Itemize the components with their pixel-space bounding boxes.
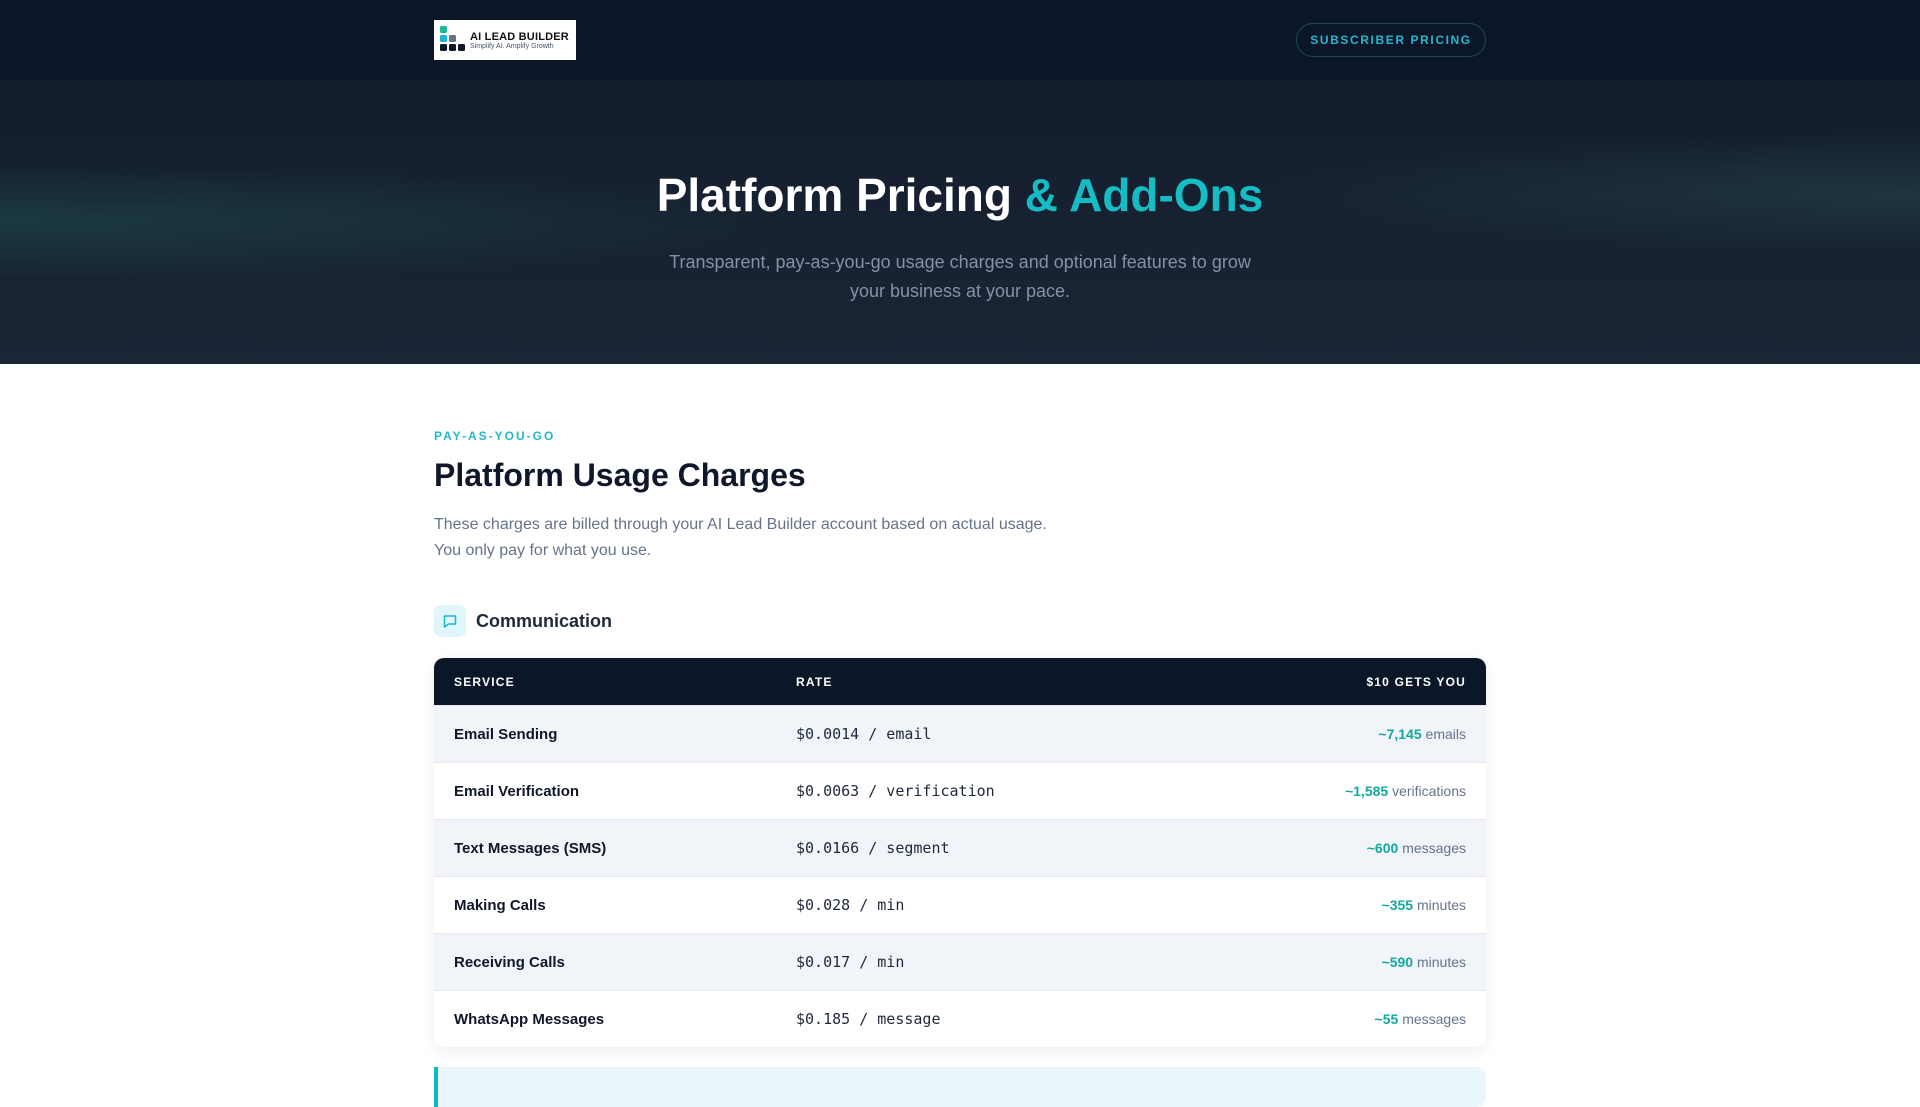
table-row: WhatsApp Messages $0.185 / message ~55 mes…	[434, 990, 1486, 1047]
description-line: These charges are billed through your AI…	[434, 516, 1047, 533]
value-cell: ~590 minutes	[1382, 954, 1466, 970]
service-name: Email Verification	[454, 782, 580, 800]
table-row: Email Sending $0.0014 / email ~7,145 email…	[434, 705, 1486, 762]
service-name: Making Calls	[454, 896, 546, 914]
top-nav: AI LEAD BUILDER Simplify AI. Amplify Gro…	[0, 0, 1920, 80]
table-row: Receiving Calls $0.017 / min ~590 minutes	[434, 933, 1486, 990]
service-rate: $0.0166 / segment	[796, 839, 950, 857]
service-rate: $0.0014 / email	[796, 725, 932, 743]
header-service: SERVICE	[454, 674, 515, 689]
unit: messages	[1402, 1011, 1466, 1027]
table-row: Email Verification $0.0063 / verification…	[434, 762, 1486, 819]
value-cell: ~7,145 emails	[1378, 726, 1466, 742]
quantity: ~355	[1381, 897, 1414, 913]
quantity: ~590	[1381, 954, 1414, 970]
section-eyebrow: PAY-AS-YOU-GO	[434, 429, 556, 443]
quantity: ~55	[1374, 1011, 1399, 1027]
logo-tagline: Simplify AI. Amplify Growth	[470, 42, 554, 50]
hero: Platform Pricing & Add-Ons Transparent, …	[0, 80, 1920, 364]
service-rate: $0.017 / min	[796, 953, 905, 971]
category-title: Communication	[476, 610, 613, 631]
quantity: ~600	[1366, 840, 1399, 856]
service-name: WhatsApp Messages	[454, 1010, 605, 1028]
service-rate: $0.185 / message	[796, 1010, 941, 1028]
value-cell: ~1,585 verifications	[1345, 783, 1466, 799]
unit: emails	[1425, 726, 1466, 742]
table-row: Text Messages (SMS) $0.0166 / segment ~600…	[434, 819, 1486, 876]
value-cell: ~55 messages	[1375, 1011, 1466, 1027]
header-value: $10 GETS YOU	[1366, 674, 1466, 689]
hero-title-main: Platform Pricing	[656, 169, 1012, 221]
header-rate: RATE	[796, 674, 833, 689]
logo-title: AI LEAD BUILDER	[470, 30, 569, 43]
logo[interactable]: AI LEAD BUILDER Simplify AI. Amplify Gro…	[434, 20, 576, 60]
service-name: Email Sending	[454, 725, 558, 743]
category-header: Communication	[434, 605, 1486, 637]
chat-icon	[434, 605, 466, 637]
unit: messages	[1402, 840, 1466, 856]
service-rate: $0.0063 / verification	[796, 782, 995, 800]
unit: minutes	[1416, 897, 1466, 913]
quantity: ~1,585	[1344, 783, 1389, 799]
value-cell: ~600 messages	[1367, 840, 1466, 856]
hero-subtitle: Transparent, pay-as-you-go usage charges…	[669, 252, 1251, 301]
table-row: Making Calls $0.028 / min ~355 minutes	[434, 876, 1486, 933]
logo-blocks-icon	[440, 26, 466, 54]
usage-section: PAY-AS-YOU-GO Platform Usage Charges The…	[434, 364, 1486, 1107]
subscriber-pricing-button[interactable]: SUBSCRIBER PRICING	[1296, 23, 1486, 57]
service-name: Text Messages (SMS)	[454, 839, 607, 857]
service-rate: $0.028 / min	[796, 896, 905, 914]
hero-title: Platform Pricing & Add-Ons	[0, 168, 1920, 222]
info-callout	[434, 1067, 1486, 1107]
section-description: These charges are billed through your AI…	[434, 512, 1486, 564]
unit: verifications	[1392, 783, 1466, 799]
value-cell: ~355 minutes	[1382, 897, 1466, 913]
hero-title-accent: & Add-Ons	[1024, 169, 1264, 221]
pricing-table: SERVICE RATE $10 GETS YOU Email Sending $…	[434, 658, 1486, 1047]
table-header: SERVICE RATE $10 GETS YOU	[434, 658, 1486, 705]
section-title: Platform Usage Charges	[434, 457, 806, 493]
unit: minutes	[1416, 954, 1466, 970]
quantity: ~7,145	[1378, 726, 1422, 742]
description-line: You only pay for what you use.	[434, 542, 652, 559]
service-name: Receiving Calls	[454, 953, 565, 971]
